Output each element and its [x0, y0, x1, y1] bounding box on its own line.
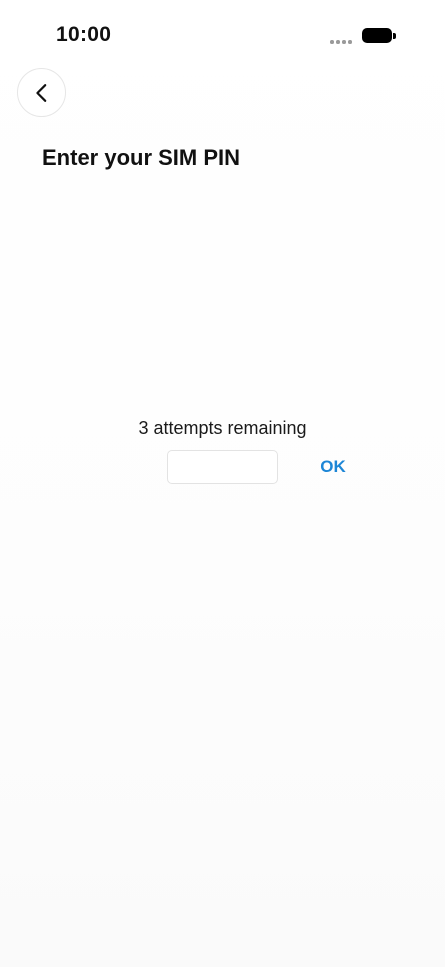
- chevron-left-icon: [35, 83, 46, 102]
- back-button[interactable]: [17, 68, 66, 117]
- battery-icon: [362, 28, 396, 43]
- signal-dot: [342, 40, 346, 44]
- signal-dot: [348, 40, 352, 44]
- attempts-remaining-text: 3 attempts remaining: [138, 418, 307, 438]
- sim-pin-screen: 10:00 Enter your SIM PIN 3 attempts rema…: [0, 0, 445, 967]
- signal-dot: [336, 40, 340, 44]
- battery-cap: [393, 32, 396, 39]
- ok-button[interactable]: OK: [312, 450, 354, 484]
- status-time: 10:00: [56, 23, 112, 46]
- battery-body: [362, 28, 392, 43]
- signal-dot: [330, 40, 334, 44]
- signal-icon: [330, 40, 352, 44]
- page-title: Enter your SIM PIN: [42, 145, 241, 170]
- status-bar: 10:00: [0, 0, 445, 70]
- sim-pin-input[interactable]: [167, 450, 278, 484]
